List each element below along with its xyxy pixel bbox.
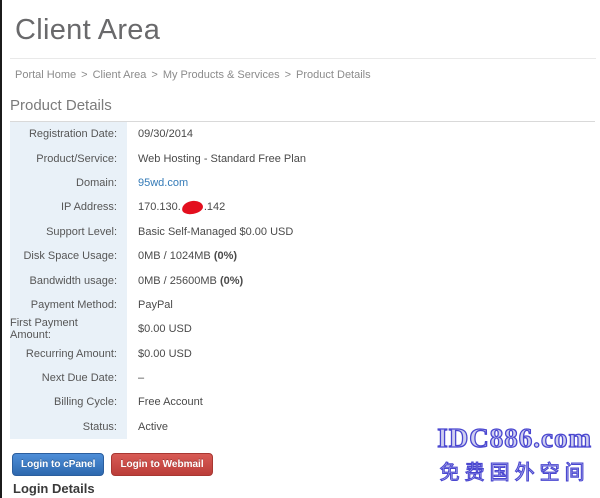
page-title: Client Area	[15, 14, 160, 47]
breadcrumb-portal-home[interactable]: Portal Home	[15, 69, 76, 81]
breadcrumb-separator: >	[151, 69, 157, 81]
breadcrumb-separator: >	[285, 69, 291, 81]
row-label: Status:	[10, 415, 127, 439]
table-row-payment-method: Payment Method: PayPal	[10, 293, 595, 317]
usage-percent: (0%)	[214, 250, 237, 262]
row-label: Billing Cycle:	[10, 390, 127, 414]
table-row-recurring-amount: Recurring Amount: $0.00 USD	[10, 342, 595, 366]
table-row-first-payment-amount: First Payment Amount: $0.00 USD	[10, 317, 595, 341]
login-to-webmail-button[interactable]: Login to Webmail	[111, 453, 212, 476]
table-row-product-service: Product/Service: Web Hosting - Standard …	[10, 146, 595, 170]
row-value: 0MB / 25600MB (0%)	[127, 268, 243, 292]
row-label: Domain:	[10, 171, 127, 195]
table-row-billing-cycle: Billing Cycle: Free Account	[10, 390, 595, 414]
ip-suffix: .142	[204, 201, 225, 213]
row-value: 0MB / 1024MB (0%)	[127, 244, 237, 268]
row-value: $0.00 USD	[127, 317, 192, 341]
usage-text: 0MB / 25600MB	[138, 275, 220, 287]
row-value: Free Account	[127, 390, 203, 414]
table-row-ip-address: IP Address: 170.130. .142	[10, 195, 595, 219]
row-value: 09/30/2014	[127, 122, 193, 146]
row-value: 170.130. .142	[127, 195, 225, 219]
status-value: Active	[127, 415, 168, 439]
row-value: Web Hosting - Standard Free Plan	[127, 146, 306, 170]
breadcrumb: Portal Home > Client Area > My Products & Se…	[15, 69, 371, 81]
section-title: Product Details	[10, 97, 595, 122]
table-row-bandwidth-usage: Bandwidth usage: 0MB / 25600MB (0%)	[10, 268, 595, 292]
login-details-heading: Login Details	[13, 481, 95, 496]
breadcrumb-separator: >	[81, 69, 87, 81]
table-row-registration-date: Registration Date: 09/30/2014	[10, 122, 595, 146]
watermark-chinese-text: 免费国外空间	[437, 456, 592, 485]
breadcrumb-product-details: Product Details	[296, 69, 371, 81]
table-row-support-level: Support Level: Basic Self-Managed $0.00 …	[10, 220, 595, 244]
table-row-disk-space-usage: Disk Space Usage: 0MB / 1024MB (0%)	[10, 244, 595, 268]
breadcrumb-client-area[interactable]: Client Area	[93, 69, 147, 81]
row-label: Disk Space Usage:	[10, 244, 127, 268]
table-row-status: Status: Active	[10, 415, 595, 439]
row-label: IP Address:	[10, 195, 127, 219]
domain-link[interactable]: 95wd.com	[138, 177, 188, 189]
ip-prefix: 170.130.	[138, 201, 181, 213]
row-value: 95wd.com	[127, 171, 188, 195]
row-label: Payment Method:	[10, 293, 127, 317]
row-label: Bandwidth usage:	[10, 268, 127, 292]
usage-percent: (0%)	[220, 275, 243, 287]
action-buttons: Login to cPanel Login to Webmail	[12, 453, 213, 476]
row-label: Product/Service:	[10, 146, 127, 170]
row-label: Next Due Date:	[10, 366, 127, 390]
product-details-table: Registration Date: 09/30/2014 Product/Se…	[10, 122, 595, 439]
redaction-scribble	[181, 200, 203, 215]
row-value: Basic Self-Managed $0.00 USD	[127, 220, 293, 244]
screenshot-left-border	[0, 0, 2, 498]
row-label: Support Level:	[10, 220, 127, 244]
row-label: Registration Date:	[10, 122, 127, 146]
row-value: $0.00 USD	[127, 342, 192, 366]
header-divider	[10, 58, 596, 59]
row-value: –	[127, 366, 144, 390]
table-row-domain: Domain: 95wd.com	[10, 171, 595, 195]
row-label: First Payment Amount:	[10, 317, 127, 341]
row-label: Recurring Amount:	[10, 342, 127, 366]
breadcrumb-my-products-services[interactable]: My Products & Services	[163, 69, 280, 81]
usage-text: 0MB / 1024MB	[138, 250, 214, 262]
table-row-next-due-date: Next Due Date: –	[10, 366, 595, 390]
login-to-cpanel-button[interactable]: Login to cPanel	[12, 453, 104, 476]
row-value: PayPal	[127, 293, 173, 317]
